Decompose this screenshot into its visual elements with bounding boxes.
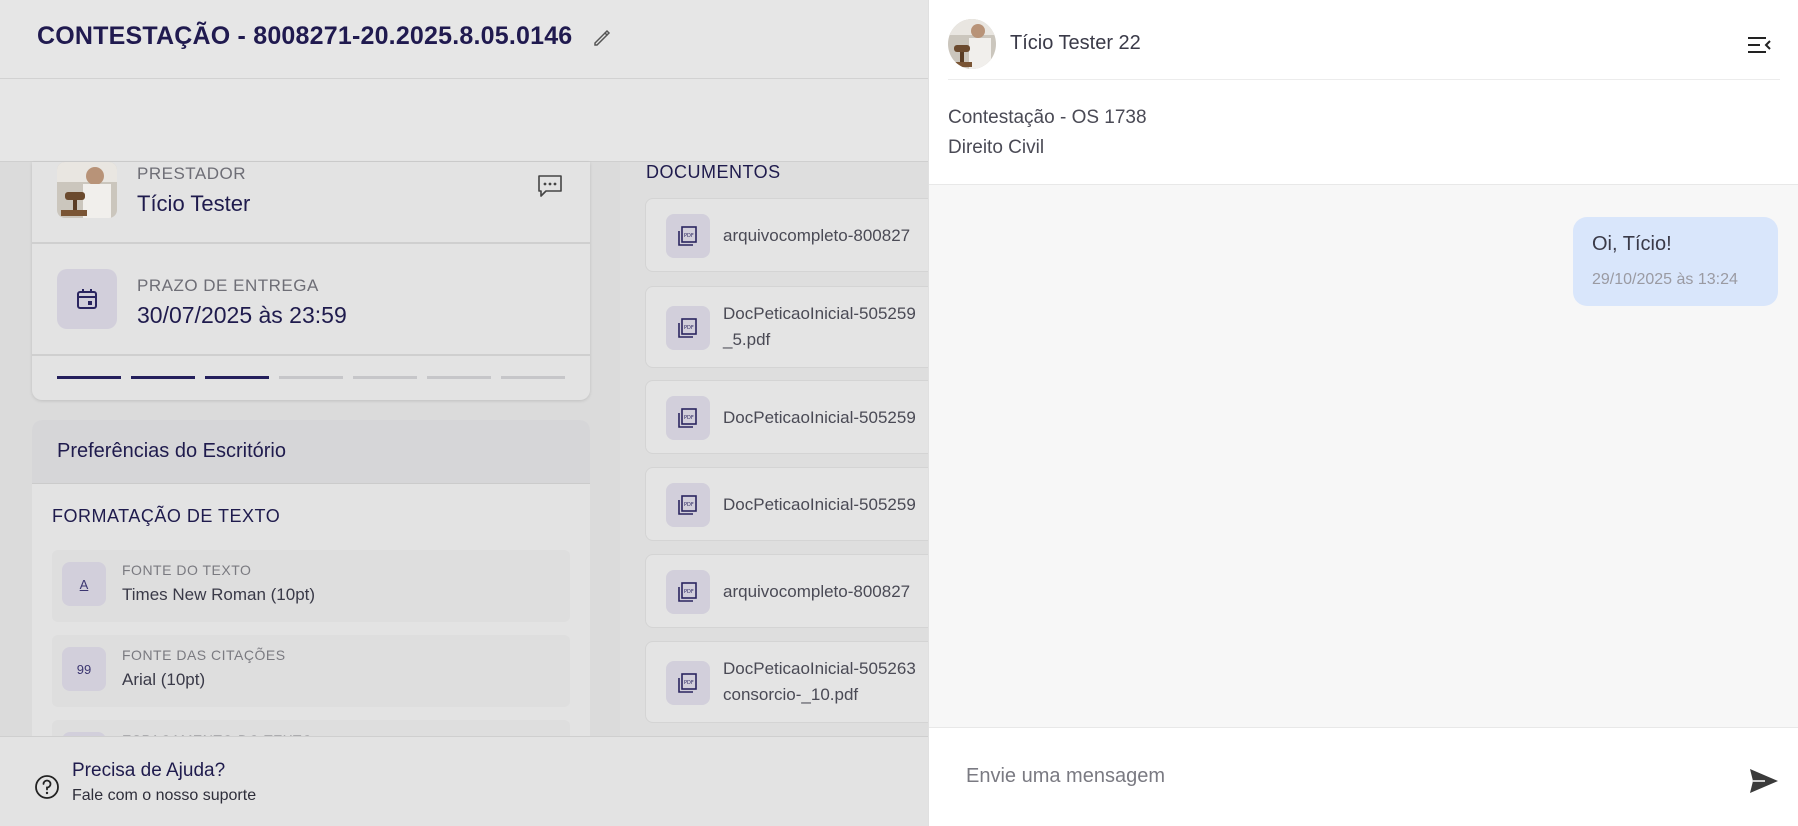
pref-label: FONTE DAS CITAÇÕES: [122, 647, 286, 663]
svg-text:PDF: PDF: [684, 233, 694, 239]
font-icon: A: [62, 562, 106, 606]
message-bubble: Oi, Tício! 29/10/2025 às 13:24: [1573, 217, 1778, 306]
help-icon[interactable]: [34, 774, 60, 800]
quote-icon: 99: [62, 647, 106, 691]
documents-panel: DOCUMENTOS PDF arquivocompleto-800827 PDF D…: [620, 162, 945, 740]
message-composer: [929, 728, 1798, 826]
progress-step: [427, 376, 491, 379]
divider: [948, 79, 1780, 80]
calendar-icon: [57, 269, 117, 329]
prestador-avatar: [57, 162, 117, 218]
document-item[interactable]: PDF DocPeticaoInicial-505259: [645, 380, 945, 454]
document-name: DocPeticaoInicial-505259: [723, 495, 916, 514]
pref-value: Times New Roman (10pt): [122, 585, 316, 604]
documents-title: DOCUMENTOS: [646, 162, 781, 182]
progress-step: [501, 376, 565, 379]
document-name: arquivocompleto-800827: [723, 582, 911, 601]
message-text: Oi, Tício!: [1592, 233, 1672, 255]
message-time: 29/10/2025 às 13:24: [1592, 271, 1738, 288]
divider: [32, 354, 590, 356]
pref-value: Arial (10pt): [122, 670, 206, 689]
progress-step: [205, 376, 269, 379]
prazo-label: PRAZO DE ENTREGA: [137, 276, 319, 295]
chat-user-name: Tício Tester 22: [1010, 32, 1141, 54]
order-summary-card: PRESTADOR Tício Tester PRAZO DE ENTREGA …: [32, 162, 590, 400]
divider: [32, 242, 590, 244]
section-title: FORMATAÇÃO DE TEXTO: [52, 506, 281, 526]
avatar: [948, 19, 996, 69]
progress-step: [353, 376, 417, 379]
pdf-icon: PDF: [666, 396, 710, 440]
pdf-icon: PDF: [666, 570, 710, 614]
document-name: DocPeticaoInicial-505263 consorcio-_10.pd…: [723, 659, 916, 704]
document-item[interactable]: PDF arquivocompleto-800827: [645, 554, 945, 628]
prazo-value: 30/07/2025 às 23:59: [137, 302, 347, 328]
svg-text:PDF: PDF: [684, 502, 694, 508]
document-name: DocPeticaoInicial-505259 _5.pdf: [723, 304, 916, 349]
message-input[interactable]: [966, 758, 1706, 794]
chat-bubble-icon[interactable]: [537, 174, 563, 198]
message-list[interactable]: Oi, Tício! 29/10/2025 às 13:24: [929, 184, 1798, 728]
progress-step: [57, 376, 121, 379]
chat-context-area: Direito Civil: [948, 137, 1045, 158]
svg-text:PDF: PDF: [684, 325, 694, 331]
pencil-icon[interactable]: [592, 28, 612, 48]
document-item[interactable]: PDF arquivocompleto-800827: [645, 198, 945, 272]
progress-step: [131, 376, 195, 379]
preferences-card: Preferências do Escritório FORMATAÇÃO DE…: [32, 420, 590, 740]
preferences-title: Preferências do Escritório: [32, 420, 590, 484]
chat-header: Tício Tester 22: [929, 0, 1798, 80]
prestador-label: PRESTADOR: [137, 164, 247, 183]
pdf-icon: PDF: [666, 483, 710, 527]
pdf-icon: PDF: [666, 661, 710, 705]
pdf-icon: PDF: [666, 306, 710, 350]
chat-context-title: Contestação - OS 1738: [948, 107, 1147, 128]
svg-text:PDF: PDF: [684, 589, 694, 595]
document-item[interactable]: PDF DocPeticaoInicial-505263 consorcio-_10…: [645, 641, 945, 723]
help-title[interactable]: Precisa de Ajuda?: [72, 760, 225, 782]
document-name: DocPeticaoInicial-505259: [723, 408, 916, 427]
help-subtitle[interactable]: Fale com o nosso suporte: [72, 787, 256, 805]
prestador-name: Tício Tester: [137, 191, 251, 216]
document-item[interactable]: PDF DocPeticaoInicial-505259: [645, 467, 945, 541]
send-icon[interactable]: [1749, 768, 1779, 794]
pref-label: FONTE DO TEXTO: [122, 562, 252, 578]
page-title: CONTESTAÇÃO - 8008271-20.2025.8.05.0146: [37, 22, 573, 50]
pdf-icon: PDF: [666, 214, 710, 258]
document-item[interactable]: PDF DocPeticaoInicial-505259 _5.pdf: [645, 286, 945, 368]
document-name: arquivocompleto-800827: [723, 226, 911, 245]
pref-item-quote-font: 99 FONTE DAS CITAÇÕES Arial (10pt): [52, 635, 570, 707]
collapse-menu-icon[interactable]: [1746, 34, 1772, 56]
progress-steps: [57, 376, 565, 379]
progress-step: [279, 376, 343, 379]
svg-text:PDF: PDF: [684, 415, 694, 421]
chat-drawer: Tício Tester 22 Contestação - OS 1738 Di…: [928, 0, 1798, 826]
pref-item-font: A FONTE DO TEXTO Times New Roman (10pt): [52, 550, 570, 622]
svg-text:PDF: PDF: [684, 680, 694, 686]
